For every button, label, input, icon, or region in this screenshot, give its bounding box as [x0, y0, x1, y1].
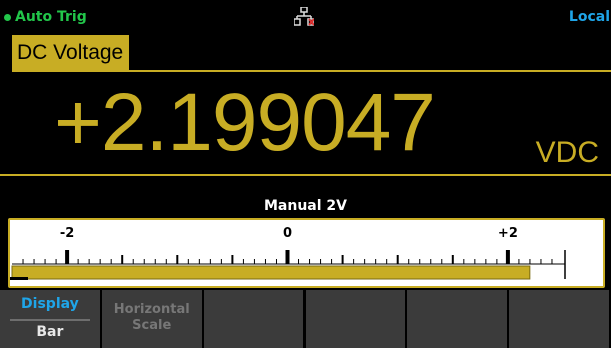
tick-label: +2 — [498, 226, 518, 241]
measurement-function-label: DC Voltage — [12, 35, 130, 71]
tick-label: -2 — [60, 226, 74, 241]
softkey-row: Display Bar Horizontal Scale — [0, 290, 611, 348]
trigger-mode: Auto Trig — [15, 9, 87, 25]
softkey-label: Display — [21, 296, 79, 312]
reading-bar — [11, 265, 531, 280]
divider — [0, 174, 611, 176]
softkey-value: Bar — [36, 324, 64, 340]
softkey-empty[interactable] — [509, 290, 609, 348]
softkey-display[interactable]: Display Bar — [0, 290, 100, 348]
softkey-label: Horizontal — [113, 302, 190, 317]
remote-status: Local — [568, 9, 610, 25]
range-label: Manual 2V — [263, 198, 347, 214]
measurement-unit: VDC — [535, 136, 599, 169]
softkey-horizontal-scale[interactable]: Horizontal Scale — [101, 290, 202, 348]
softkey-label: Scale — [132, 318, 172, 333]
lan-network-icon — [294, 7, 314, 26]
softkey-separator — [10, 319, 90, 321]
measurement-reading: +2.199047 — [54, 77, 436, 168]
trigger-indicator-icon — [4, 14, 11, 21]
divider — [12, 70, 611, 72]
bar-origin-marker — [10, 277, 28, 280]
softkey-empty[interactable] — [305, 290, 406, 348]
bar-graph: -2 0 +2 — [10, 226, 566, 280]
softkey-empty[interactable] — [407, 290, 508, 348]
status-bar: Auto Trig Local — [0, 0, 611, 30]
softkey-empty[interactable] — [203, 290, 304, 348]
bar-graph-panel: -2 0 +2 — [8, 218, 605, 288]
tick-label: 0 — [283, 226, 292, 241]
